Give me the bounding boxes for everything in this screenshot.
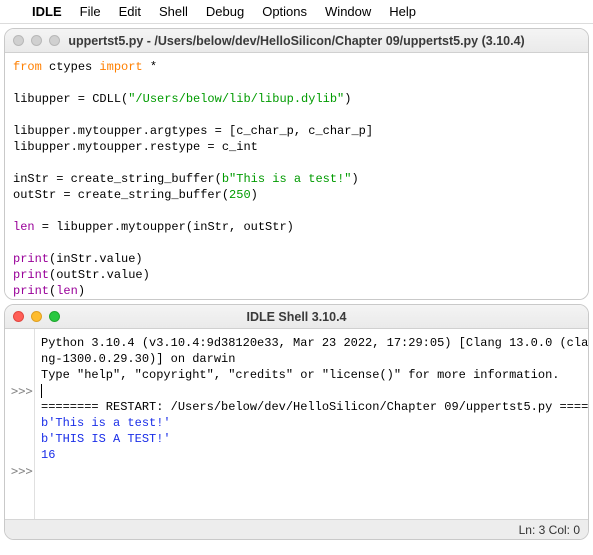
shell-output[interactable]: Python 3.10.4 (v3.10.4:9d38120e33, Mar 2…	[35, 329, 588, 519]
menu-shell[interactable]: Shell	[159, 4, 188, 19]
minimize-button[interactable]	[31, 35, 42, 46]
editor-title: uppertst5.py - /Users/below/dev/HelloSil…	[5, 34, 588, 48]
menu-options[interactable]: Options	[262, 4, 307, 19]
menu-help[interactable]: Help	[389, 4, 416, 19]
menu-file[interactable]: File	[80, 4, 101, 19]
shell-title: IDLE Shell 3.10.4	[5, 310, 588, 324]
shell-window: IDLE Shell 3.10.4 >>> >>> Python 3.10.4 …	[4, 304, 589, 540]
shell-cursor-position: Ln: 3 Col: 0	[519, 523, 580, 537]
editor-titlebar: uppertst5.py - /Users/below/dev/HelloSil…	[5, 29, 588, 53]
window-controls	[13, 35, 60, 46]
window-controls	[13, 311, 60, 322]
close-button[interactable]	[13, 311, 24, 322]
shell-statusbar: Ln: 3 Col: 0	[5, 519, 588, 539]
zoom-button[interactable]	[49, 311, 60, 322]
code-editor[interactable]: from ctypes import * libupper = CDLL("/U…	[5, 53, 588, 300]
menu-debug[interactable]: Debug	[206, 4, 244, 19]
menu-edit[interactable]: Edit	[119, 4, 141, 19]
app-menu[interactable]: IDLE	[32, 4, 62, 19]
menu-window[interactable]: Window	[325, 4, 371, 19]
minimize-button[interactable]	[31, 311, 42, 322]
menu-bar: IDLE File Edit Shell Debug Options Windo…	[0, 0, 593, 24]
prompt-gutter: >>> >>>	[5, 329, 35, 519]
close-button[interactable]	[13, 35, 24, 46]
editor-window: uppertst5.py - /Users/below/dev/HelloSil…	[4, 28, 589, 300]
zoom-button[interactable]	[49, 35, 60, 46]
shell-titlebar: IDLE Shell 3.10.4	[5, 305, 588, 329]
